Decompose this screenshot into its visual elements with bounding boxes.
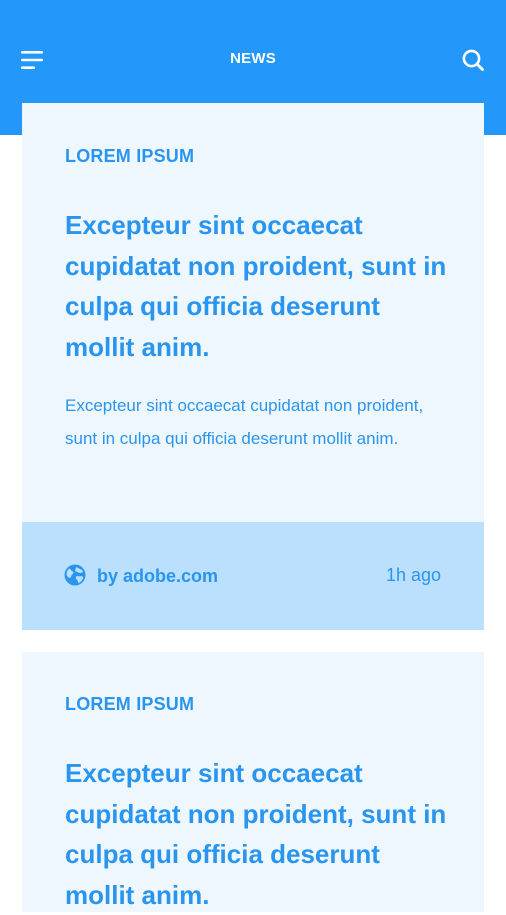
card-summary: Excepteur sint occaecat cupidatat non pr…	[65, 396, 424, 448]
source-link[interactable]: by adobe.com	[97, 566, 218, 586]
card-category: LOREM IPSUM	[65, 694, 195, 714]
news-card[interactable]: LOREM IPSUM Excepteur sint occaecat cupi…	[22, 103, 484, 630]
card-footer: by adobe.com 1h ago	[22, 522, 484, 630]
timestamp: 1h ago	[385, 565, 441, 585]
card-headline[interactable]: Excepteur sint occaecat cupidatat non pr…	[65, 205, 450, 367]
globe-icon	[64, 564, 86, 586]
news-card[interactable]: LOREM IPSUM Excepteur sint occaecat cupi…	[22, 652, 484, 912]
search-button[interactable]	[455, 42, 491, 78]
card-headline[interactable]: Excepteur sint occaecat cupidatat non pr…	[65, 753, 450, 915]
search-icon	[462, 49, 484, 71]
page-title: NEWS	[230, 50, 276, 67]
card-category: LOREM IPSUM	[65, 146, 195, 166]
